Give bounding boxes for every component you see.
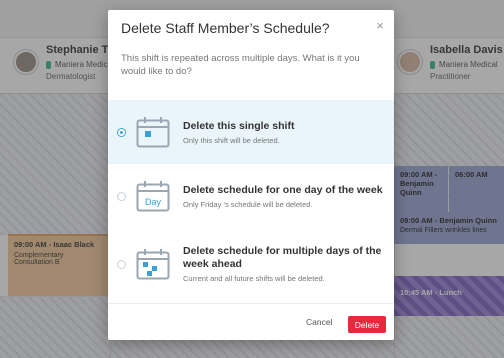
option-text: Delete schedule for one day of the week … — [183, 184, 383, 209]
dialog-description: This shift is repeated across multiple d… — [121, 53, 360, 77]
option-delete-single-shift[interactable]: Delete this single shift Only this shift… — [108, 100, 394, 164]
option-title: Delete this single shift — [183, 119, 295, 132]
option-delete-day-of-week[interactable]: Day Delete schedule for one day of the w… — [108, 164, 394, 228]
option-delete-multiple-days[interactable]: Delete schedule for multiple days of the… — [108, 232, 394, 296]
option-subtitle: Only this shift will be deleted. — [183, 135, 280, 145]
option-title: Delete schedule for multiple days of the… — [183, 245, 382, 270]
option-text: Delete this single shift Only this shift… — [183, 120, 383, 145]
option-text: Delete schedule for multiple days of the… — [183, 245, 383, 283]
radio-button[interactable] — [117, 259, 126, 269]
dialog-footer-divider — [108, 303, 394, 304]
option-subtitle: Current and all future shifts will be de… — [183, 274, 325, 283]
calendar-multiple-days-icon — [136, 249, 170, 280]
radio-button[interactable] — [117, 191, 126, 201]
dialog-title: Delete Staff Member’s Schedule? — [121, 20, 330, 36]
calendar-single-day-icon — [136, 117, 170, 148]
cancel-button[interactable]: Cancel — [306, 317, 332, 327]
close-icon[interactable]: × — [376, 18, 384, 33]
calendar-weekday-icon: Day — [136, 181, 170, 212]
option-subtitle: Only Friday ’s schedule will be deleted. — [183, 199, 313, 209]
delete-button[interactable]: Delete — [348, 316, 386, 333]
radio-button[interactable] — [117, 127, 126, 137]
weekday-label: Day — [145, 197, 162, 207]
option-title: Delete schedule for one day of the week — [183, 183, 383, 196]
delete-schedule-dialog: Delete Staff Member’s Schedule? × This s… — [108, 10, 394, 340]
